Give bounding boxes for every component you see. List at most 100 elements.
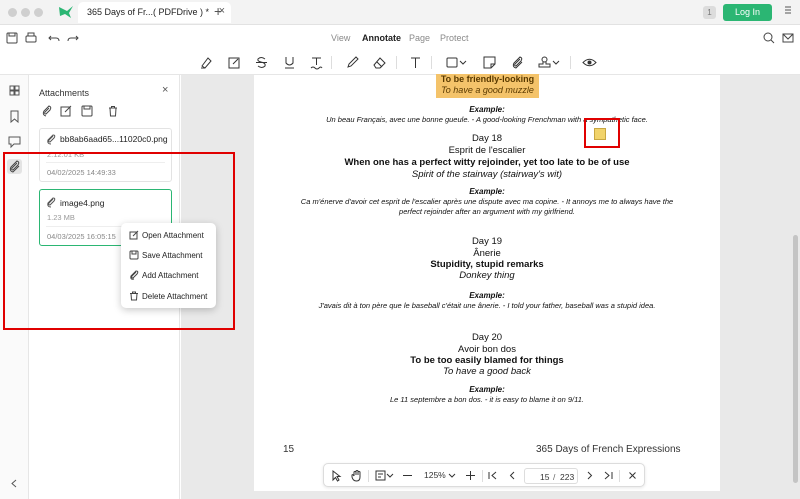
pdf-page: Example: Un beau Français, avec une bonn…: [254, 75, 720, 491]
highlighted-text: To be friendly-looking: [440, 74, 535, 84]
strikethrough-icon[interactable]: [254, 55, 269, 70]
app-logo-icon: [58, 5, 74, 19]
underline-icon[interactable]: [282, 55, 297, 70]
redo-icon[interactable]: [66, 31, 80, 45]
example-label: Example:: [469, 105, 505, 114]
toolbar-divider: [331, 56, 332, 69]
page-separator: /: [553, 472, 556, 482]
zoom-in-icon[interactable]: [464, 469, 477, 482]
bookmark-icon[interactable]: [7, 109, 22, 124]
toolbar-divider: [570, 56, 571, 69]
delete-attachment-menu-item[interactable]: Delete Attachment: [121, 286, 216, 306]
mail-icon[interactable]: [781, 31, 795, 45]
example-text: perfect rejoinder after an argument with…: [399, 207, 575, 216]
day-heading: Day 20: [471, 332, 503, 343]
chevron-left-icon[interactable]: [7, 476, 22, 491]
chevron-down-icon[interactable]: [459, 55, 467, 70]
add-attachment-icon[interactable]: [41, 105, 53, 117]
new-tab-button[interactable]: +: [214, 3, 222, 19]
tab-annotate[interactable]: Annotate: [362, 33, 401, 43]
text-icon[interactable]: [408, 55, 423, 70]
example-label: Example:: [469, 385, 505, 394]
english-meaning: To be too easily blamed for things: [410, 355, 564, 366]
add-attachment-icon: [129, 270, 139, 280]
sticky-note-icon[interactable]: [482, 55, 497, 70]
document-tab-title: 365 Days of Fr...( PDFDrive ) *: [87, 7, 210, 17]
annotation-toolbar: [0, 50, 800, 75]
example-label: Example:: [469, 187, 505, 196]
thumbnails-icon[interactable]: [7, 83, 22, 98]
panel-close-icon[interactable]: ×: [162, 84, 168, 96]
day-heading: Day 18: [471, 133, 503, 144]
literal-translation: Donkey thing: [459, 270, 515, 281]
page-navigation-bar: 125% 15 / 223: [323, 463, 645, 487]
minimize-window-button[interactable]: [21, 8, 30, 17]
shape-icon[interactable]: [445, 55, 460, 70]
login-button[interactable]: Log In: [723, 4, 772, 21]
eraser-icon[interactable]: [372, 55, 387, 70]
title-bar: 365 Days of Fr...( PDFDrive ) * × + 1 Lo…: [0, 0, 800, 25]
literal-translation: Spirit of the stairway (stairway's wit): [411, 169, 563, 180]
menu-item-label: Open Attachment: [142, 231, 204, 240]
zoom-window-button[interactable]: [34, 8, 43, 17]
vertical-scrollbar[interactable]: [793, 235, 798, 483]
literal-translation: To have a good back: [443, 366, 531, 377]
document-tab[interactable]: 365 Days of Fr...( PDFDrive ) * ×: [78, 2, 231, 23]
save-icon: [129, 250, 139, 260]
print-icon[interactable]: [24, 31, 38, 45]
close-icon[interactable]: [626, 469, 639, 482]
annotation-highlight-frame: [584, 118, 620, 148]
open-attachment-icon[interactable]: [60, 105, 72, 117]
zoom-level[interactable]: 125%: [424, 470, 446, 480]
squiggly-icon[interactable]: [309, 55, 324, 70]
panel-title: Attachments: [39, 88, 90, 98]
stamp-icon[interactable]: [537, 55, 552, 70]
last-page-icon[interactable]: [602, 469, 615, 482]
tab-page[interactable]: Page: [409, 33, 430, 43]
search-icon[interactable]: [762, 31, 776, 45]
zoom-out-icon[interactable]: [401, 469, 414, 482]
previous-page-icon[interactable]: [506, 469, 519, 482]
chevron-down-icon[interactable]: [448, 469, 456, 482]
text-note-icon[interactable]: [227, 55, 242, 70]
comment-icon[interactable]: [7, 134, 22, 149]
user-badge[interactable]: 1: [703, 6, 716, 19]
open-attachment-menu-item[interactable]: Open Attachment: [121, 225, 216, 245]
chevron-down-icon[interactable]: [552, 55, 560, 70]
day-heading: Day 19: [471, 236, 503, 247]
toolbar-divider: [396, 56, 397, 69]
total-pages: 223: [560, 472, 575, 482]
navbar-divider: [619, 470, 620, 482]
current-page: 15: [540, 472, 550, 482]
first-page-icon[interactable]: [486, 469, 499, 482]
highlight-icon[interactable]: [199, 55, 214, 70]
save-attachment-menu-item[interactable]: Save Attachment: [121, 245, 216, 265]
save-file-icon[interactable]: [5, 31, 19, 45]
next-page-icon[interactable]: [583, 469, 596, 482]
chevron-down-icon[interactable]: [386, 469, 394, 482]
english-meaning: When one has a perfect witty rejoinder, …: [344, 157, 630, 168]
eye-icon[interactable]: [582, 55, 597, 70]
close-window-button[interactable]: [8, 8, 17, 17]
example-text: Un beau Français, avec une bonne gueule.…: [326, 115, 648, 124]
trash-icon[interactable]: [107, 105, 119, 117]
tab-protect[interactable]: Protect: [440, 33, 469, 43]
more-icon[interactable]: [783, 5, 793, 15]
pencil-icon[interactable]: [345, 55, 360, 70]
open-attachment-icon: [129, 230, 139, 240]
menu-bar: View Annotate Page Protect: [0, 26, 800, 50]
menu-item-label: Save Attachment: [142, 251, 203, 260]
select-cursor-icon[interactable]: [330, 469, 343, 482]
page-number-input[interactable]: 15 / 223: [524, 468, 578, 484]
add-attachment-menu-item[interactable]: Add Attachment: [121, 265, 216, 285]
page-footer-title: 365 Days of French Expressions: [536, 444, 681, 455]
tab-view[interactable]: View: [331, 33, 350, 43]
context-menu: Open Attachment Save Attachment Add Atta…: [121, 223, 216, 308]
highlighted-text: To have a good muzzle: [441, 85, 534, 95]
navbar-divider: [482, 470, 483, 482]
hand-tool-icon[interactable]: [350, 469, 363, 482]
undo-icon[interactable]: [47, 31, 61, 45]
attachment-icon[interactable]: [510, 55, 525, 70]
english-meaning: Stupidity, stupid remarks: [430, 259, 544, 270]
save-attachment-icon[interactable]: [81, 105, 93, 117]
